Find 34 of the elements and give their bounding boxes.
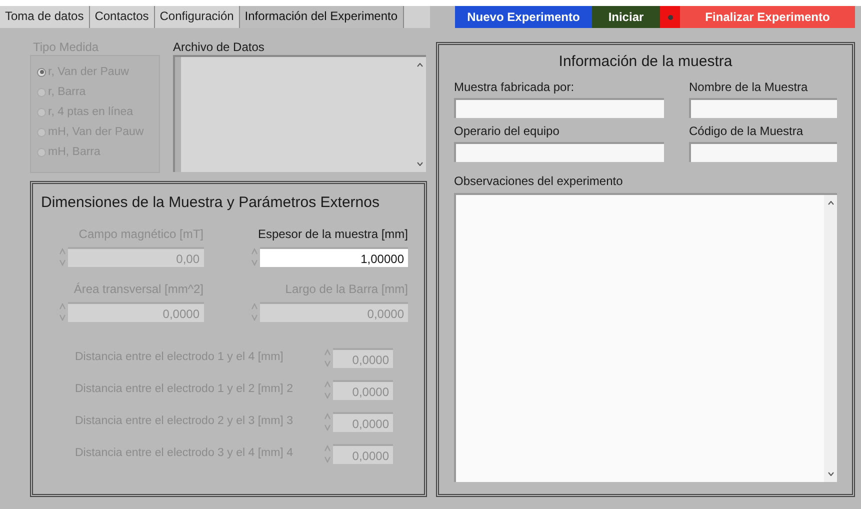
tab[interactable]: Información del Experimento <box>240 6 404 28</box>
field-label: Operario del equipo <box>454 122 560 140</box>
spinner-arrows-icon[interactable] <box>58 246 66 268</box>
panel-title: Información de la muestra <box>558 52 734 72</box>
text-field[interactable] <box>689 98 837 118</box>
spinner-arrows-icon[interactable] <box>250 300 259 322</box>
list-box[interactable] <box>173 55 426 172</box>
text-field[interactable] <box>689 142 837 162</box>
spinner-arrows-icon[interactable] <box>323 442 332 464</box>
tab[interactable]: Contactos <box>90 6 155 28</box>
spinner-arrows-icon[interactable] <box>250 246 259 268</box>
scroll-up-icon[interactable] <box>417 63 423 67</box>
field-label: Código de la Muestra <box>689 122 804 140</box>
number-field[interactable]: 1,00000 <box>260 246 408 266</box>
tab[interactable]: Toma de datos <box>0 6 90 28</box>
field-label: Observaciones del experimento <box>454 172 624 190</box>
scroll-up-icon[interactable] <box>828 200 834 204</box>
action-button[interactable]: Iniciar <box>592 6 660 28</box>
field-label: Espesor de la muestra [mm] <box>258 226 408 242</box>
tab[interactable]: Configuración <box>154 6 240 28</box>
text-field[interactable] <box>454 98 664 118</box>
text-field[interactable] <box>454 142 664 162</box>
spinner-arrows-icon[interactable] <box>323 378 332 400</box>
scroll-down-icon[interactable] <box>417 162 423 166</box>
panel-title: Dimensiones de la Muestra y Parámetros Externos <box>41 193 380 213</box>
action-button[interactable]: Finalizar Experimento <box>680 6 855 28</box>
list-label: Archivo de Datos <box>173 39 266 55</box>
scroll-down-icon[interactable] <box>828 472 834 476</box>
spinner-arrows-icon[interactable] <box>323 410 332 432</box>
spinner-arrows-icon[interactable] <box>323 346 332 368</box>
action-button[interactable]: Nuevo Experimento <box>455 6 592 28</box>
field-label: Muestra fabricada por: <box>454 78 576 96</box>
field-label: Nombre de la Muestra <box>689 78 809 96</box>
spinner-arrows-icon[interactable] <box>58 300 66 322</box>
